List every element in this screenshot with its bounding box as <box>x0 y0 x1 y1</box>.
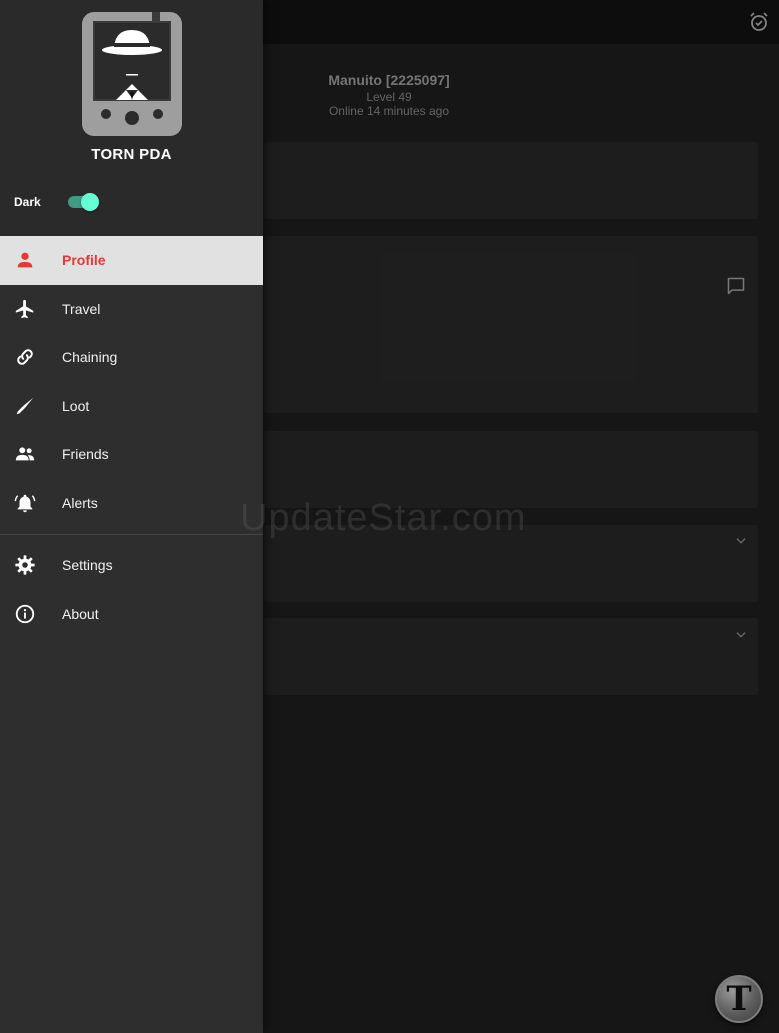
info-icon <box>15 604 35 623</box>
nav-item-alerts[interactable]: Alerts <box>0 479 263 528</box>
nav-item-travel[interactable]: Travel <box>0 285 263 334</box>
people-icon <box>15 447 35 461</box>
nav-item-loot[interactable]: Loot <box>0 382 263 431</box>
dark-theme-toggle[interactable] <box>66 193 100 211</box>
nav-item-label: Loot <box>62 397 90 414</box>
nav-divider <box>0 534 263 535</box>
torn-fab-button[interactable]: T <box>715 975 763 1023</box>
nav-item-about[interactable]: About <box>0 590 263 639</box>
person-icon <box>17 252 33 268</box>
gear-icon <box>15 555 35 575</box>
link-icon <box>17 349 33 365</box>
watermark: UpdateStar.com <box>240 497 527 539</box>
torn-pda-logo-icon <box>82 12 182 136</box>
nav-item-label: Chaining <box>62 349 118 366</box>
nav-item-label: Profile <box>62 252 106 269</box>
nav-item-label: Travel <box>62 300 101 317</box>
nav-item-label: About <box>62 605 99 622</box>
drawer-header: TORN PDA Dark <box>0 0 263 236</box>
toggle-knob <box>81 193 99 211</box>
primary-nav: Profile Travel Chaining Loot Friends Ale… <box>0 236 263 527</box>
nav-item-profile[interactable]: Profile <box>0 236 263 285</box>
bell-icon <box>14 494 36 512</box>
nav-item-friends[interactable]: Friends <box>0 430 263 479</box>
knife-icon <box>16 397 34 414</box>
nav-item-label: Friends <box>62 446 109 463</box>
fab-letter: T <box>726 979 752 1019</box>
nav-item-label: Alerts <box>62 494 98 511</box>
nav-item-chaining[interactable]: Chaining <box>0 333 263 382</box>
navigation-drawer: TORN PDA Dark Profile Travel Chaining Lo… <box>0 0 263 1033</box>
nav-item-settings[interactable]: Settings <box>0 541 263 590</box>
airplane-icon <box>15 299 34 318</box>
nav-item-label: Settings <box>62 557 113 574</box>
secondary-nav: Settings About <box>0 541 263 638</box>
theme-label: Dark <box>14 195 41 209</box>
app-title: TORN PDA <box>91 146 172 163</box>
